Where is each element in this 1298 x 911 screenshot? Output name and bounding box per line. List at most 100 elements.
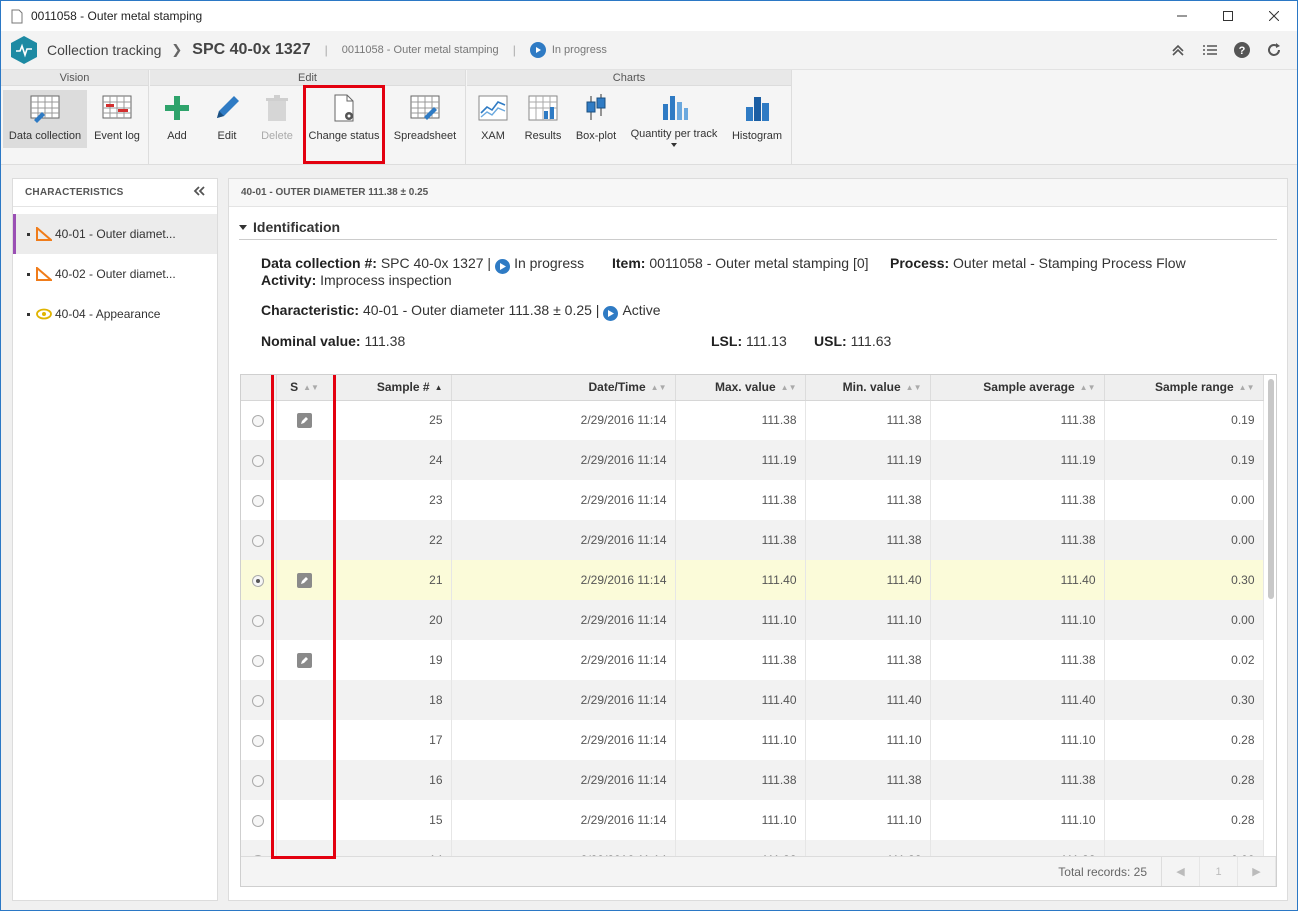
column-header-label: Sample range bbox=[1154, 380, 1234, 395]
max-value-cell: 111.38 bbox=[675, 520, 806, 560]
list-icon[interactable] bbox=[1201, 41, 1219, 59]
close-icon bbox=[1269, 11, 1279, 21]
radio-button[interactable] bbox=[252, 694, 265, 707]
lsl-info: LSL: 111.13 bbox=[711, 333, 787, 349]
edit-button[interactable]: Edit bbox=[205, 90, 249, 148]
help-icon[interactable]: ? bbox=[1233, 41, 1251, 59]
radio-button[interactable] bbox=[252, 814, 265, 827]
table-row[interactable]: 25 2/29/2016 11:14 111.38 111.38 111.38 0.19 bbox=[241, 400, 1264, 440]
window-title: 0011058 - Outer metal stamping bbox=[31, 9, 203, 23]
status-cell bbox=[276, 560, 334, 600]
sidebar-item-40-02[interactable]: 40-02 - Outer diamet... bbox=[13, 254, 217, 294]
column-header-label: Sample average bbox=[983, 380, 1075, 395]
table-row[interactable]: 15 2/29/2016 11:14 111.10 111.10 111.10 0.28 bbox=[241, 800, 1264, 840]
column-header-label: Max. value bbox=[714, 380, 776, 395]
close-button[interactable] bbox=[1251, 1, 1297, 31]
title-bar: 0011058 - Outer metal stamping bbox=[1, 1, 1297, 31]
radio-button[interactable] bbox=[252, 734, 265, 747]
table-body: 25 2/29/2016 11:14 111.38 111.38 111.38 0.19 2… bbox=[241, 400, 1264, 880]
button-label: Spreadsheet bbox=[393, 130, 457, 142]
column-header-max[interactable]: Max. value ▲▼ bbox=[675, 375, 806, 401]
change-status-button[interactable]: Change status bbox=[306, 90, 382, 148]
histogram-button[interactable]: Histogram bbox=[729, 90, 785, 148]
sample-number-cell: 18 bbox=[333, 680, 452, 720]
row-select-radio bbox=[241, 400, 277, 440]
table-row[interactable]: 21 2/29/2016 11:14 111.40 111.40 111.40 0.30 bbox=[241, 560, 1264, 600]
box-plot-button[interactable]: Box-plot bbox=[573, 90, 619, 148]
table-row[interactable]: 23 2/29/2016 11:14 111.38 111.38 111.38 0.00 bbox=[241, 480, 1264, 520]
field-value: Active bbox=[622, 302, 661, 318]
spreadsheet-button[interactable]: Spreadsheet bbox=[389, 90, 461, 148]
results-button[interactable]: Results bbox=[521, 90, 565, 148]
identification-toggle[interactable]: Identification bbox=[239, 219, 1277, 240]
collapse-left-icon[interactable] bbox=[193, 186, 205, 199]
edit-note-icon[interactable] bbox=[297, 412, 312, 428]
radio-button[interactable] bbox=[252, 614, 265, 627]
main-panel: 40-01 - OUTER DIAMETER 111.38 ± 0.25 Ide… bbox=[228, 178, 1288, 901]
refresh-icon[interactable] bbox=[1265, 41, 1283, 59]
sort-icon: ▲▼ bbox=[1238, 383, 1255, 393]
minimize-button[interactable] bbox=[1159, 1, 1205, 31]
sidebar-item-40-04[interactable]: 40-04 - Appearance bbox=[13, 294, 217, 334]
radio-button[interactable] bbox=[252, 574, 265, 587]
status-badge: In progress bbox=[529, 42, 607, 58]
sort-icon: ▲▼ bbox=[650, 383, 667, 393]
sample-number-cell: 23 bbox=[333, 480, 452, 520]
eye-icon bbox=[36, 308, 52, 320]
column-header-average[interactable]: Sample average ▲▼ bbox=[930, 375, 1105, 401]
max-value-cell: 111.38 bbox=[675, 400, 806, 440]
table-row[interactable]: 18 2/29/2016 11:14 111.40 111.40 111.40 0.30 bbox=[241, 680, 1264, 720]
datetime-cell: 2/29/2016 11:14 bbox=[451, 480, 676, 520]
maximize-button[interactable] bbox=[1205, 1, 1251, 31]
edit-note-icon[interactable] bbox=[297, 572, 312, 588]
min-value-cell: 111.19 bbox=[805, 440, 931, 480]
event-log-button[interactable]: Event log bbox=[89, 90, 145, 148]
radio-button[interactable] bbox=[252, 415, 265, 428]
row-select-radio bbox=[241, 800, 277, 840]
field-label: Activity: bbox=[261, 272, 317, 288]
table-row[interactable]: 24 2/29/2016 11:14 111.19 111.19 111.19 0.19 bbox=[241, 440, 1264, 480]
plus-icon bbox=[165, 96, 189, 120]
button-label: Add bbox=[167, 130, 187, 142]
column-header-datetime[interactable]: Date/Time ▲▼ bbox=[451, 375, 676, 401]
radio-button[interactable] bbox=[252, 494, 265, 507]
line-chart-icon bbox=[478, 95, 508, 121]
samples-grid: S ▲▼ Sample # ▲ Date/Time ▲▼ Max. value ▲▼ M… bbox=[240, 374, 1277, 887]
column-header-range[interactable]: Sample range ▲▼ bbox=[1104, 375, 1264, 401]
ruler-icon bbox=[36, 227, 52, 241]
add-button[interactable]: Add bbox=[153, 90, 201, 148]
datetime-cell: 2/29/2016 11:14 bbox=[451, 680, 676, 720]
radio-button[interactable] bbox=[252, 654, 265, 667]
collapse-up-icon[interactable] bbox=[1169, 41, 1187, 59]
bullet bbox=[27, 312, 30, 316]
column-header-s[interactable]: S ▲▼ bbox=[276, 375, 334, 401]
radio-button[interactable] bbox=[252, 774, 265, 787]
field-value: 40-01 - Outer diameter 111.38 ± 0.25 | bbox=[362, 302, 600, 318]
datetime-cell: 2/29/2016 11:14 bbox=[451, 720, 676, 760]
column-header-sample[interactable]: Sample # ▲ bbox=[333, 375, 452, 401]
quantity-per-track-button[interactable]: Quantity per track bbox=[627, 90, 721, 148]
column-header-min[interactable]: Min. value ▲▼ bbox=[805, 375, 931, 401]
delete-button[interactable]: Delete bbox=[254, 90, 300, 148]
radio-button[interactable] bbox=[252, 534, 265, 547]
play-icon bbox=[603, 306, 619, 321]
column-header-label: Date/Time bbox=[588, 380, 646, 395]
table-row[interactable]: 19 2/29/2016 11:14 111.38 111.38 111.38 0.02 bbox=[241, 640, 1264, 680]
radio-button[interactable] bbox=[252, 454, 265, 467]
previous-page-icon[interactable]: ◀ bbox=[1162, 856, 1200, 886]
min-value-cell: 111.38 bbox=[805, 480, 931, 520]
next-page-icon[interactable]: ▶ bbox=[1238, 856, 1276, 886]
table-row[interactable]: 20 2/29/2016 11:14 111.10 111.10 111.10 0.00 bbox=[241, 600, 1264, 640]
xam-button[interactable]: XAM bbox=[473, 90, 513, 148]
max-value-cell: 111.38 bbox=[675, 760, 806, 800]
table-row[interactable]: 22 2/29/2016 11:14 111.38 111.38 111.38 0.00 bbox=[241, 520, 1264, 560]
sidebar-item-40-01[interactable]: 40-01 - Outer diamet... bbox=[13, 214, 217, 254]
page-number[interactable]: 1 bbox=[1200, 856, 1238, 886]
breadcrumb-app[interactable]: Collection tracking bbox=[47, 42, 161, 58]
edit-note-icon[interactable] bbox=[297, 652, 312, 668]
table-row[interactable]: 16 2/29/2016 11:14 111.38 111.38 111.38 0.28 bbox=[241, 760, 1264, 800]
vertical-scrollbar[interactable] bbox=[1268, 379, 1274, 599]
table-row[interactable]: 17 2/29/2016 11:14 111.10 111.10 111.10 0.28 bbox=[241, 720, 1264, 760]
data-collection-button[interactable]: Data collection bbox=[3, 90, 87, 148]
panel-header: CHARACTERISTICS bbox=[13, 179, 217, 207]
